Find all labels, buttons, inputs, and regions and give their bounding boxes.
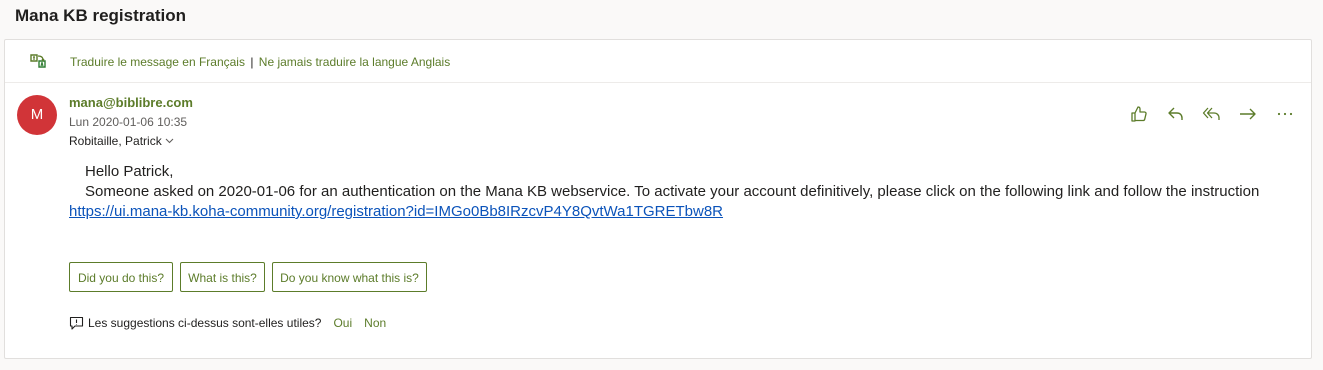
greeting-text: Hello Patrick, [85, 163, 174, 180]
chevron-down-icon[interactable] [165, 136, 174, 145]
translate-message-link[interactable]: Traduire le message en Français [70, 55, 245, 69]
recipient-line[interactable]: Robitaille, Patrick [69, 134, 174, 148]
translation-bar: Traduire le message en Français | Ne jam… [5, 40, 1311, 83]
forward-icon[interactable] [1238, 104, 1258, 124]
translation-separator: | [250, 55, 254, 69]
suggested-reply-button[interactable]: What is this? [180, 262, 265, 292]
reply-icon[interactable] [1166, 104, 1186, 124]
reply-all-icon[interactable] [1202, 104, 1222, 124]
suggested-reply-button[interactable]: Did you do this? [69, 262, 173, 292]
body-text: Someone asked on 2020-01-06 for an authe… [85, 183, 1260, 200]
more-icon[interactable] [1275, 104, 1295, 124]
like-icon[interactable] [1129, 104, 1149, 124]
suggestions-feedback: Les suggestions ci-dessus sont-elles uti… [69, 316, 386, 330]
suggested-reply-button[interactable]: Do you know what this is? [272, 262, 427, 292]
feedback-question: Les suggestions ci-dessus sont-elles uti… [88, 316, 322, 330]
sender-address[interactable]: mana@biblibre.com [69, 95, 193, 110]
sender-avatar[interactable]: M [17, 95, 57, 135]
message-card: Traduire le message en Français | Ne jam… [4, 39, 1312, 359]
translate-icon [30, 54, 46, 68]
registration-link[interactable]: https://ui.mana-kb.koha-community.org/re… [69, 203, 723, 220]
feedback-no-link[interactable]: Non [364, 316, 386, 330]
message-body: Hello Patrick, Someone asked on 2020-01-… [69, 162, 1259, 222]
feedback-icon [69, 316, 84, 330]
recipient-name: Robitaille, Patrick [69, 134, 162, 148]
translation-links: Traduire le message en Français | Ne jam… [70, 55, 450, 69]
feedback-yes-link[interactable]: Oui [333, 316, 352, 330]
message-date: Lun 2020-01-06 10:35 [69, 115, 188, 129]
message-actions [1129, 104, 1299, 124]
message-subject: Mana KB registration [15, 6, 186, 25]
never-translate-link[interactable]: Ne jamais traduire la langue Anglais [259, 55, 450, 69]
